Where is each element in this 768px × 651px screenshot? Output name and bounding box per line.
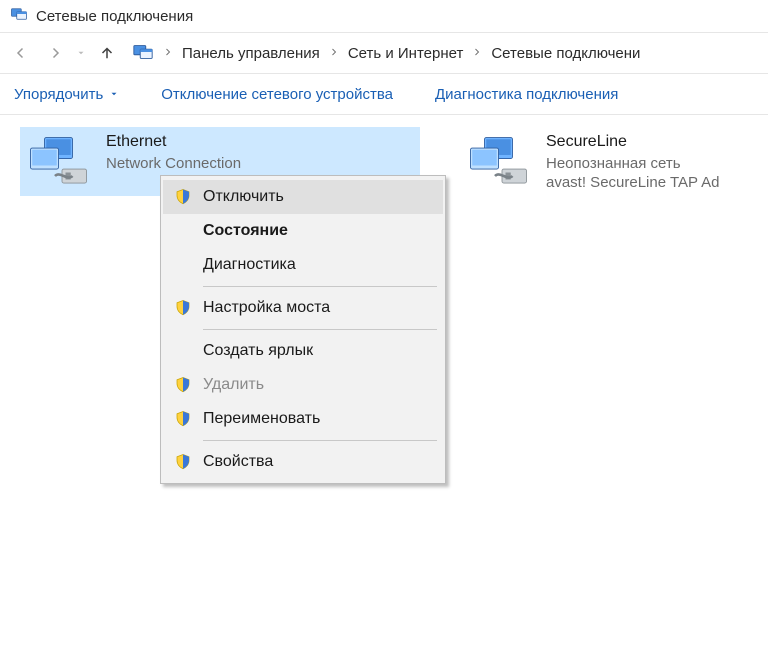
breadcrumb-item-0[interactable]: Панель управления [176,43,326,64]
nav-back-button[interactable] [6,38,36,68]
context-menu-item: Удалить [163,368,443,402]
network-adapter-icon [22,129,102,194]
titlebar: Сетевые подключения [0,0,768,33]
context-menu-item-label: Переименовать [203,410,320,428]
toolbar-diagnose[interactable]: Диагностика подключения [429,84,624,105]
context-menu-item[interactable]: Состояние [163,214,443,248]
shield-icon [163,188,203,206]
context-menu-item[interactable]: Настройка моста [163,291,443,325]
context-menu-item[interactable]: Свойства [163,445,443,479]
context-menu-item-label: Диагностика [203,256,296,274]
nav-history-dropdown[interactable] [74,38,88,68]
context-menu-item-label: Отключить [203,188,284,206]
context-menu-item-label: Настройка моста [203,299,330,317]
shield-icon [163,299,203,317]
nav-forward-button[interactable] [40,38,70,68]
dropdown-caret-icon [109,86,119,103]
nav-up-button[interactable] [92,38,122,68]
breadcrumb-sep-icon [160,45,176,61]
address-bar[interactable]: Панель управления Сеть и Интернет Сетевы… [128,39,764,67]
context-menu: Отключить Состояние Диагностика Настройка м… [160,175,446,484]
context-menu-item-label: Состояние [203,222,288,240]
window-title: Сетевые подключения [36,8,193,25]
control-panel-icon [132,41,154,66]
toolbar-disable-device[interactable]: Отключение сетевого устройства [155,84,399,105]
shield-icon [163,410,203,428]
breadcrumb-item-2[interactable]: Сетевые подключени [485,43,646,64]
context-menu-separator [203,440,437,441]
breadcrumb-sep-icon [326,45,342,61]
connection-name: Ethernet [106,133,241,151]
breadcrumb-item-1[interactable]: Сеть и Интернет [342,43,470,64]
connection-device: avast! SecureLine TAP Ad [546,174,719,193]
context-menu-item[interactable]: Отключить [163,180,443,214]
breadcrumb-sep-icon [469,45,485,61]
toolbar-organize[interactable]: Упорядочить [8,84,125,105]
shield-icon [163,453,203,471]
connection-status: Network Connection [106,155,241,174]
context-menu-item[interactable]: Диагностика [163,248,443,282]
network-adapter-icon [462,129,542,194]
content-area: Ethernet Network Connection SecureLine Н… [0,115,768,651]
connection-name: SecureLine [546,133,719,151]
navbar: Панель управления Сеть и Интернет Сетевы… [0,33,768,74]
app-icon [10,5,28,27]
toolbar-diagnose-label: Диагностика подключения [435,86,618,103]
context-menu-item[interactable]: Переименовать [163,402,443,436]
context-menu-separator [203,286,437,287]
context-menu-item-label: Удалить [203,376,264,394]
shield-icon [163,376,203,394]
context-menu-item-label: Создать ярлык [203,342,313,360]
toolbar-disable-device-label: Отключение сетевого устройства [161,86,393,103]
connection-item-secureline[interactable]: SecureLine Неопознанная сеть avast! Secu… [460,127,768,196]
connection-status: Неопознанная сеть [546,155,719,174]
context-menu-item-label: Свойства [203,453,273,471]
context-menu-item[interactable]: Создать ярлык [163,334,443,368]
toolbar-organize-label: Упорядочить [14,86,103,103]
context-menu-separator [203,329,437,330]
toolbar: Упорядочить Отключение сетевого устройст… [0,74,768,115]
